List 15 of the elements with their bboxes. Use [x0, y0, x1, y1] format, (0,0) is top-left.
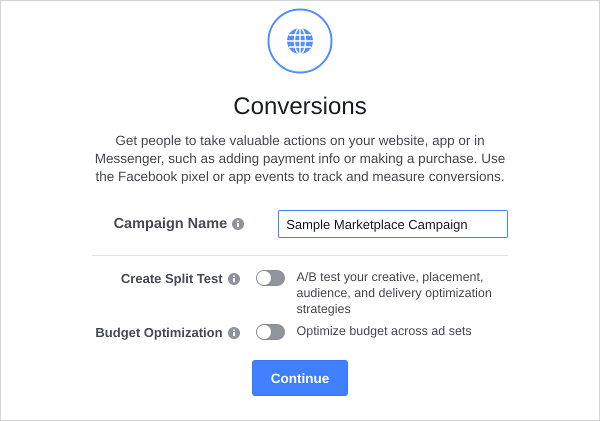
option-description: A/B test your creative, placement, audience, and delivery optimization strategies [296, 269, 493, 317]
info-icon[interactable] [232, 218, 244, 230]
option-description: Optimize budget across ad sets [296, 323, 473, 339]
info-icon[interactable] [228, 326, 240, 338]
toggle-switch[interactable] [256, 324, 285, 340]
option-label: Budget Optimization [95, 325, 223, 340]
title: Conversions [233, 92, 367, 122]
campaign-name-field[interactable]: Sample Marketplace Campaign [278, 210, 508, 238]
continue-button[interactable]: Continue [252, 360, 348, 396]
globe-icon [267, 8, 333, 74]
toggle-switch[interactable] [256, 270, 285, 286]
option-label: Create Split Test [120, 271, 223, 286]
info-icon[interactable] [228, 272, 240, 284]
description: Get people to take valuable actions on your website, app or in Messenger, such as adding payment info or making a purchase. Use the Facebook pixel or app events to track and measure conversions. [94, 132, 506, 186]
field-label: Campaign Name [114, 216, 228, 232]
